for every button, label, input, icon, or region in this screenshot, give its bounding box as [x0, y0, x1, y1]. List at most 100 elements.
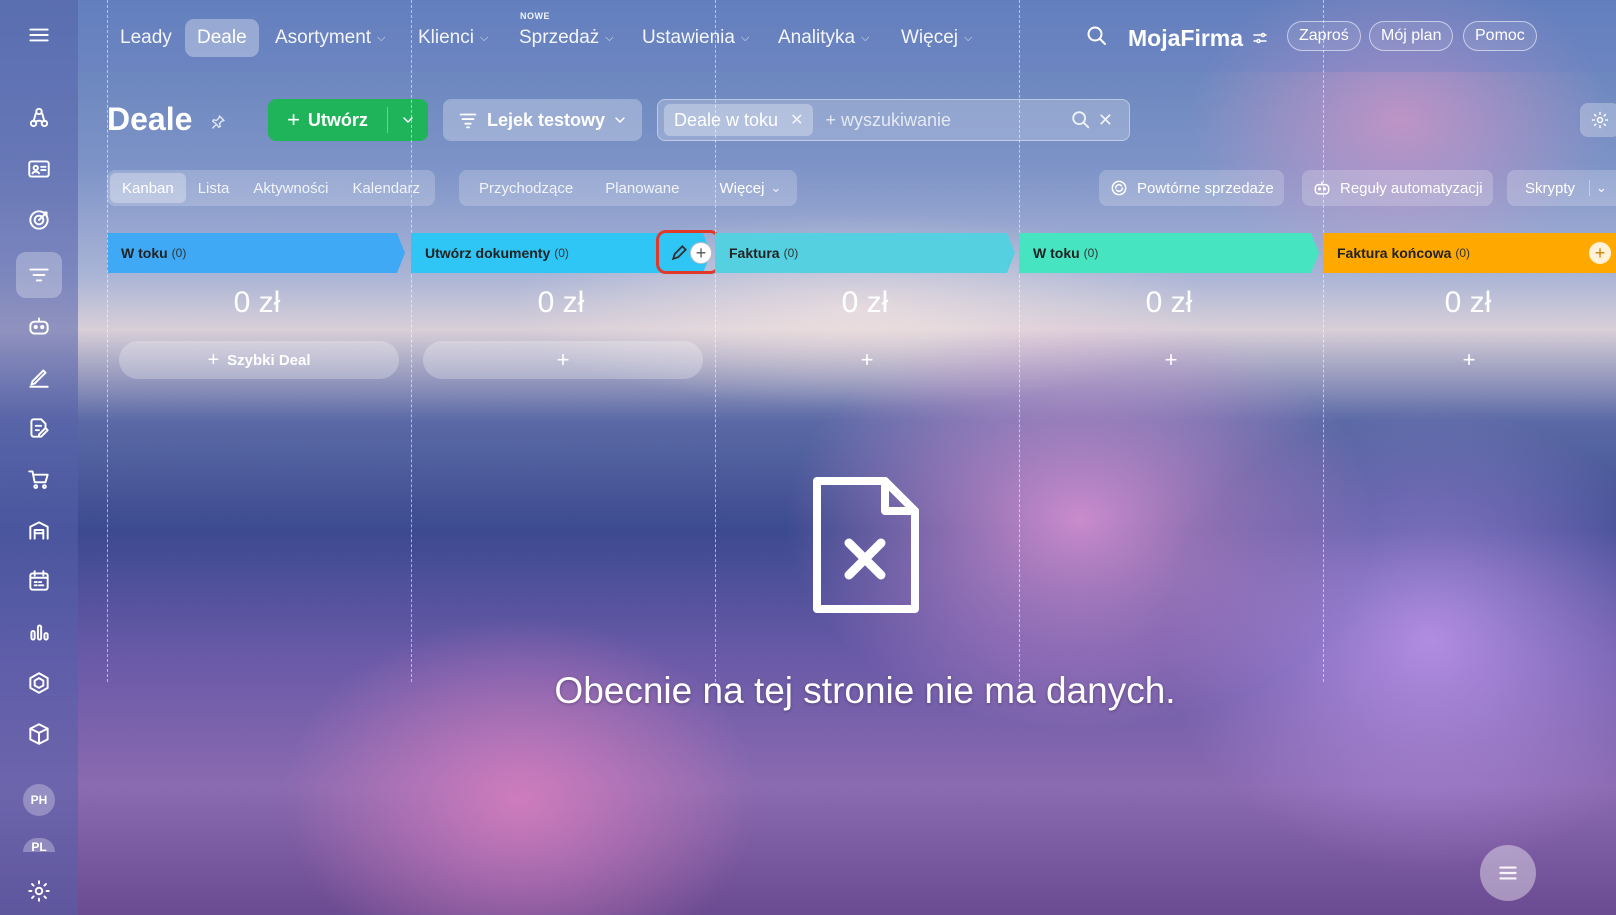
- calendar-icon[interactable]: [16, 558, 62, 604]
- create-dropdown[interactable]: [388, 112, 428, 128]
- column-header[interactable]: Faktura końcowa (0): [1323, 233, 1616, 273]
- plus-icon: +: [1462, 347, 1476, 372]
- nav-leady[interactable]: Leady: [108, 19, 184, 57]
- tab-label: Więcej: [719, 179, 765, 197]
- search-icon[interactable]: [1070, 109, 1092, 131]
- target-icon[interactable]: [16, 197, 62, 243]
- column-sum: 0 zł: [233, 286, 281, 319]
- tab-kanban[interactable]: Kanban: [110, 173, 186, 203]
- add-deal-button[interactable]: +: [727, 341, 1007, 379]
- close-icon[interactable]: ✕: [790, 110, 803, 130]
- plus-icon: +: [207, 348, 220, 371]
- pill-label: Mój plan: [1381, 27, 1442, 44]
- avatar[interactable]: PH: [23, 784, 55, 816]
- settings-button[interactable]: [1580, 103, 1616, 137]
- gear-icon[interactable]: [16, 868, 62, 914]
- chevron-down-icon: ⌵: [377, 31, 386, 44]
- contacts-card-icon[interactable]: [16, 146, 62, 192]
- nav-wiecej[interactable]: Więcej ⌵: [889, 19, 984, 57]
- avatar[interactable]: PL: [23, 838, 55, 852]
- funnel-label: Lejek testowy: [487, 109, 606, 130]
- add-stage-icon[interactable]: +: [690, 242, 712, 264]
- help-button[interactable]: Pomoc: [1463, 21, 1537, 51]
- create-main[interactable]: + Utwórz: [268, 107, 388, 133]
- tab-planowane[interactable]: Planowane: [589, 173, 695, 203]
- kanban-column: Faktura końcowa (0) + 0 zł +: [1323, 233, 1616, 915]
- search-input[interactable]: + wyszukiwanie: [825, 110, 1069, 131]
- scripts-button[interactable]: Skrypty ⌄: [1507, 170, 1616, 206]
- robot-icon[interactable]: [16, 303, 62, 349]
- funnel-selector[interactable]: Lejek testowy: [443, 99, 642, 141]
- warehouse-icon[interactable]: [16, 507, 62, 553]
- column-header[interactable]: W toku (0): [1019, 233, 1319, 273]
- nav-deale[interactable]: Deale: [185, 19, 259, 57]
- column-header[interactable]: Faktura (0): [715, 233, 1015, 273]
- tab-kalendarz[interactable]: Kalendarz: [340, 173, 432, 203]
- tab-lista[interactable]: Lista: [186, 173, 242, 203]
- filter-chip[interactable]: Deale w toku ✕: [664, 104, 814, 136]
- kanban-column: Utwórz dokumenty (0) + 0 zł +: [411, 230, 720, 915]
- nav-analityka[interactable]: Analityka ⌵: [766, 19, 881, 57]
- plus-icon: +: [556, 347, 570, 372]
- tab-label: Lista: [197, 179, 230, 197]
- chevron-down-icon: ⌵: [605, 31, 614, 44]
- nav-asortyment[interactable]: Asortyment ⌵: [263, 19, 397, 57]
- my-plan-button[interactable]: Mój plan: [1369, 21, 1454, 51]
- chevron-down-icon: ⌵: [479, 31, 489, 44]
- cart-icon[interactable]: [16, 456, 62, 502]
- page-title: Deale: [107, 101, 227, 138]
- clear-icon[interactable]: ✕: [1098, 110, 1113, 131]
- chevron-down-icon[interactable]: ⌄: [1589, 180, 1607, 196]
- menu-icon[interactable]: [16, 12, 62, 58]
- nav-klienci[interactable]: Klienci ⌵: [406, 19, 500, 57]
- nav-label: Klienci: [418, 27, 474, 48]
- tab-aktywnosci[interactable]: Aktywności: [241, 173, 340, 203]
- kanban-column: W toku (0) 0 zł +: [1019, 233, 1323, 915]
- hexagon-icon[interactable]: [16, 660, 62, 706]
- nav-ustawienia[interactable]: Ustawienia ⌵: [630, 19, 761, 57]
- robot-icon: [1314, 181, 1330, 195]
- chat-button[interactable]: [1480, 845, 1536, 901]
- nav-label: Analityka: [778, 27, 856, 48]
- funnel-icon[interactable]: [16, 252, 62, 298]
- brand-label: MojaFirma: [1128, 24, 1244, 51]
- nav-label: Więcej: [901, 27, 959, 48]
- add-deal-button[interactable]: +: [1031, 341, 1311, 379]
- chevron-down-icon: ⌵: [861, 31, 870, 44]
- chevron-down-icon: ⌵: [964, 31, 973, 44]
- box-icon[interactable]: [16, 711, 62, 757]
- column-count: (0): [554, 246, 569, 260]
- analytics-icon[interactable]: [16, 609, 62, 655]
- plus-icon: +: [860, 347, 874, 372]
- column-header[interactable]: W toku (0): [107, 233, 405, 273]
- tab-przychodzace[interactable]: Przychodzące: [463, 173, 589, 203]
- left-sidebar: PH PL: [0, 0, 78, 915]
- add-deal-button[interactable]: +: [423, 341, 703, 379]
- no-data-file-icon: [811, 475, 921, 615]
- chevron-down-icon: ⌄: [770, 180, 782, 195]
- repeat-sales-button[interactable]: Powtórne sprzedaże: [1099, 170, 1284, 206]
- quick-deal-label: Szybki Deal: [227, 351, 311, 369]
- search-filter-box[interactable]: Deale w toku ✕ + wyszukiwanie ✕: [657, 99, 1130, 141]
- view-tabs: Kanban Lista Aktywności Kalendarz: [107, 170, 435, 206]
- quick-deal-button[interactable]: + Szybki Deal: [119, 341, 399, 379]
- add-stage-icon[interactable]: +: [1589, 242, 1611, 264]
- pin-icon[interactable]: [209, 113, 227, 131]
- tab-label: Aktywności: [253, 179, 329, 197]
- tab-wiecej[interactable]: Więcej ⌄: [695, 173, 793, 203]
- automation-rules-button[interactable]: Reguły automatyzacji: [1302, 170, 1493, 206]
- document-edit-icon[interactable]: [16, 405, 62, 451]
- column-sum: 0 zł: [841, 286, 889, 319]
- column-divider: [107, 0, 108, 682]
- company-name[interactable]: MojaFirma: [1128, 19, 1269, 57]
- sliders-icon[interactable]: [1251, 29, 1269, 47]
- kanban-column: W toku (0) 0 zł + Szybki Deal: [107, 233, 411, 915]
- add-deal-button[interactable]: +: [1335, 341, 1603, 379]
- column-sum: 0 zł: [537, 286, 585, 319]
- sign-icon[interactable]: [16, 354, 62, 400]
- search-icon[interactable]: [1085, 24, 1109, 48]
- nav-sprzedaz[interactable]: Sprzedaż ⌵: [507, 19, 626, 57]
- edit-icon[interactable]: [669, 243, 689, 263]
- leads-icon[interactable]: [16, 95, 62, 141]
- create-button[interactable]: + Utwórz: [268, 99, 428, 141]
